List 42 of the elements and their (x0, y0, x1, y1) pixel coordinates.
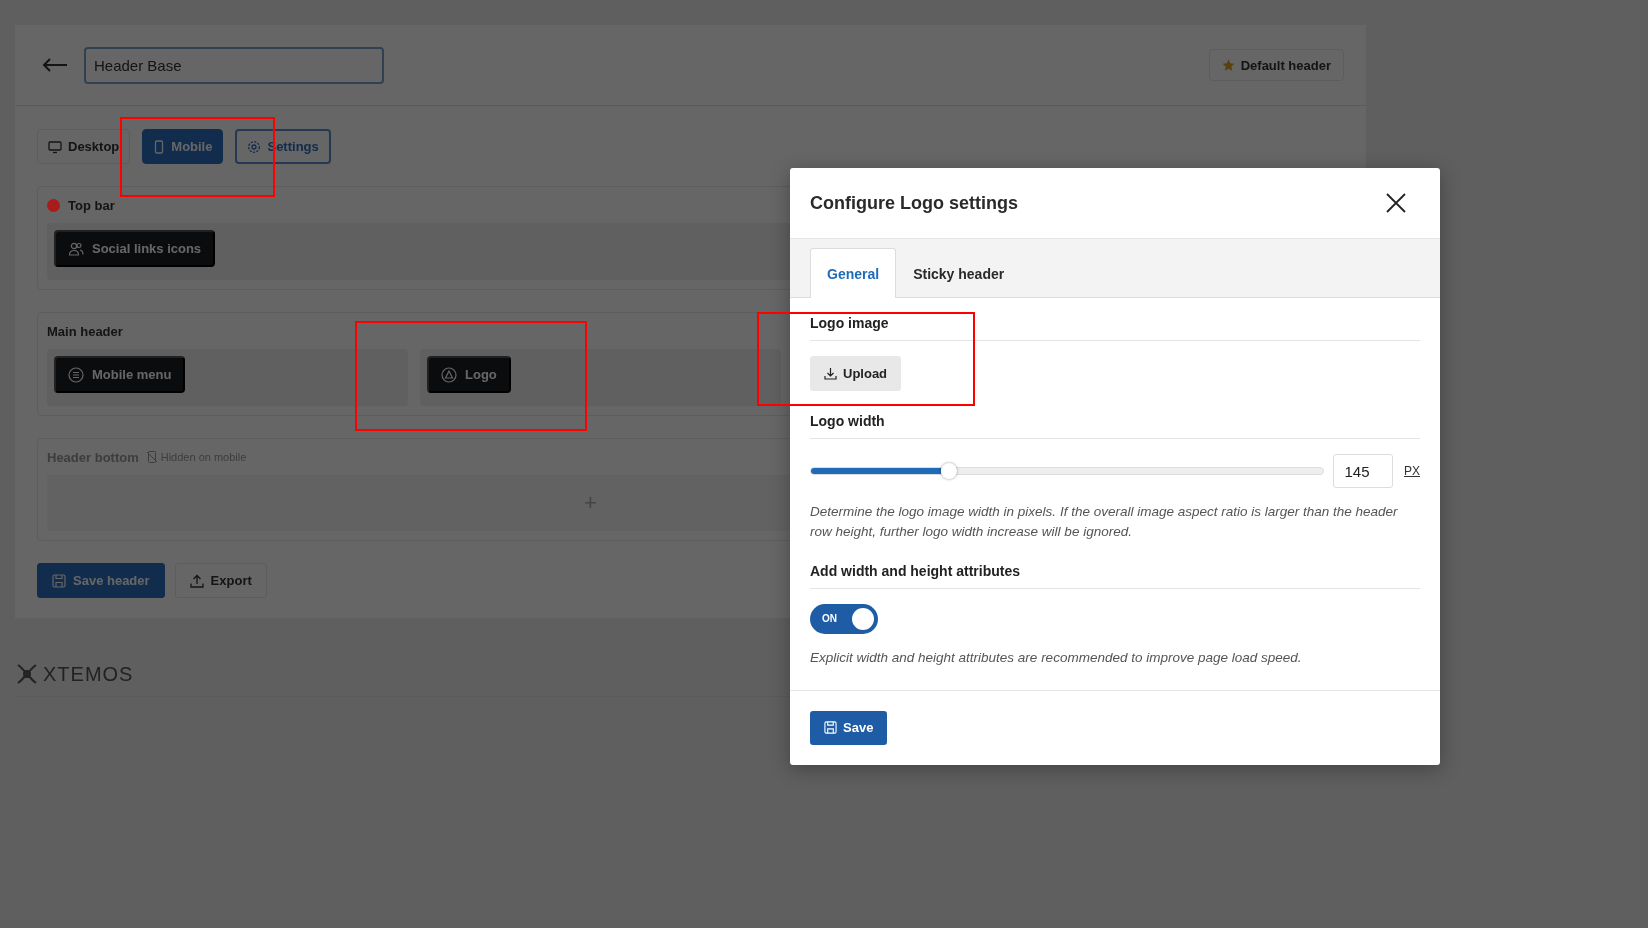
monitor-icon (48, 139, 62, 154)
logo-icon (441, 366, 457, 383)
section-label: Add width and height attributes (810, 562, 1420, 589)
header-element-button[interactable]: Social links icons (54, 230, 216, 267)
phone-icon (153, 139, 166, 154)
floppy-icon (52, 573, 66, 588)
header-name-field[interactable]: Header Base (84, 46, 384, 84)
unit-link[interactable]: PX (1404, 464, 1420, 478)
close-icon[interactable] (1385, 192, 1407, 214)
upload-icon (189, 573, 204, 588)
help-text: Determine the logo image width in pixels. If the overall image aspect ratio is larger than the header row height, further logo width increase will be ignored. (810, 503, 1399, 542)
download-icon (824, 367, 837, 380)
toggle-switch[interactable]: ON (810, 603, 878, 634)
slider-fill[interactable] (811, 468, 942, 474)
header-element-button[interactable]: Logo (427, 356, 511, 393)
help-text: Explicit width and height attributes are recommended to improve page load speed. (810, 648, 1303, 667)
dialog-tab[interactable]: General (810, 248, 897, 298)
upload-button[interactable]: Upload (810, 356, 902, 391)
section-label: Logo width (810, 413, 1420, 439)
slider-thumb[interactable] (941, 463, 958, 479)
row-title: Top bar (68, 197, 115, 213)
star-icon (1221, 58, 1235, 72)
back-arrow-icon[interactable] (42, 58, 68, 72)
gear-icon (247, 139, 262, 154)
dialog-title: Configure Logo settings (810, 192, 1018, 214)
row-title: Main header (47, 323, 123, 339)
brand-name: XTEMOS (43, 662, 134, 686)
save-button[interactable]: Save (810, 710, 888, 745)
save-header-button[interactable]: Save header (37, 563, 165, 598)
section-label: Logo image (810, 315, 1420, 341)
export-button[interactable]: Export (174, 563, 267, 598)
header-element-button[interactable]: Mobile menu (54, 356, 186, 393)
width-input[interactable]: 145 (1333, 454, 1393, 488)
view-tab[interactable]: Mobile (142, 129, 224, 164)
brand-logo-icon (15, 662, 39, 686)
phone-off-icon (146, 451, 157, 463)
view-tab[interactable]: Desktop (37, 129, 131, 164)
default-header-button[interactable]: Default header (1208, 49, 1344, 81)
dialog-tab[interactable]: Sticky header (896, 249, 1022, 298)
people-icon (68, 240, 84, 257)
menu-icon (68, 366, 84, 383)
floppy-icon (824, 721, 837, 735)
